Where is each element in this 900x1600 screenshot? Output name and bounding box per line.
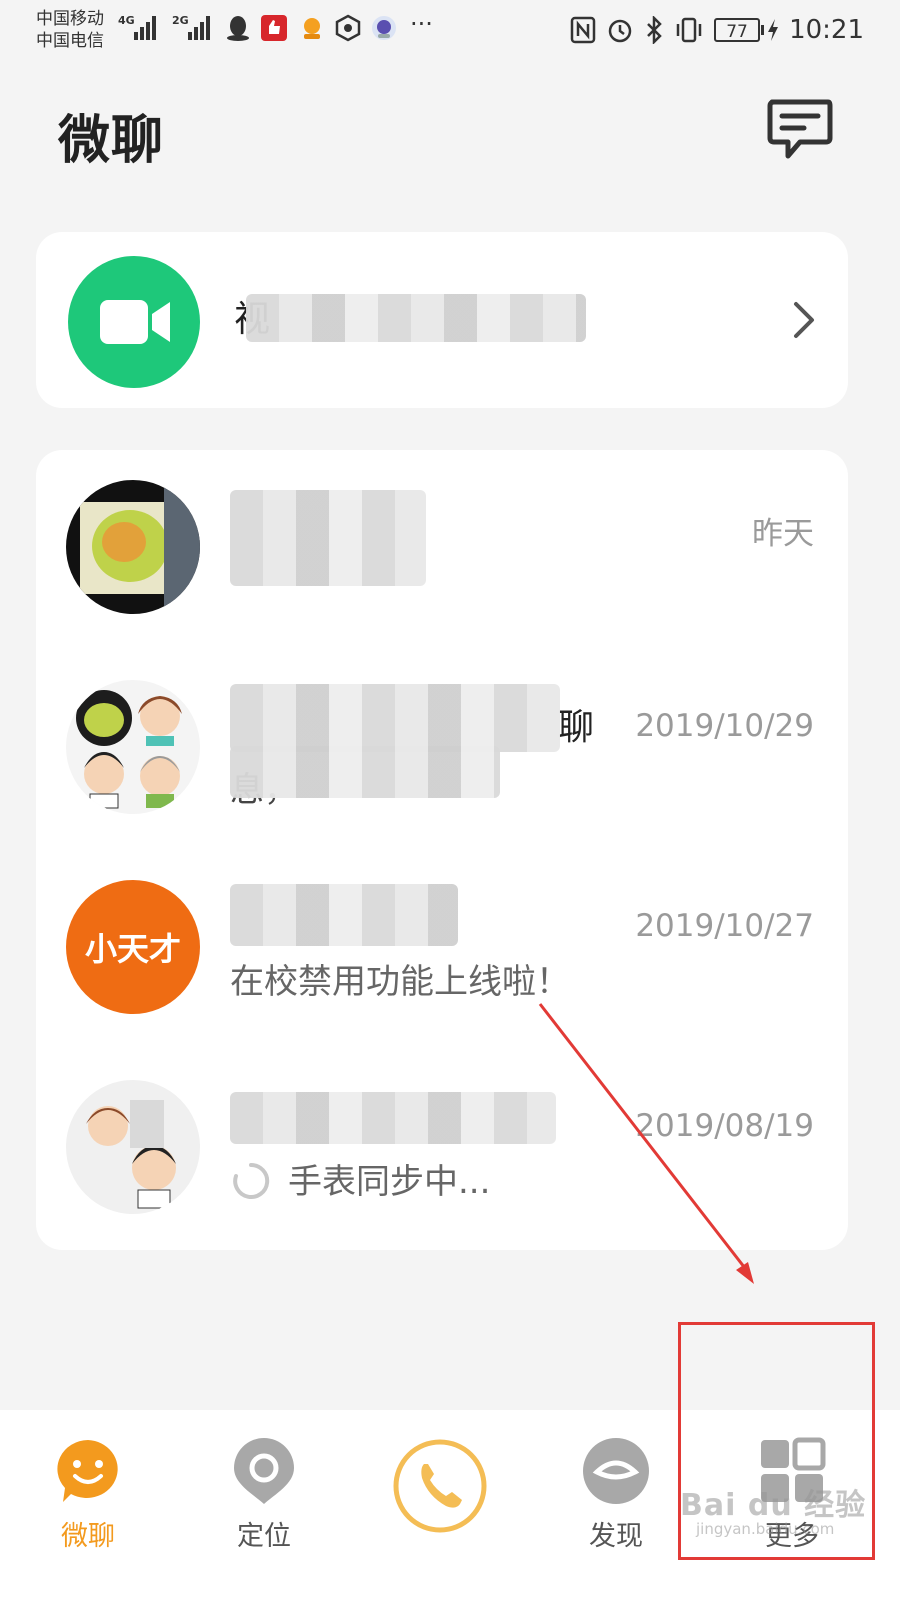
video-camera-icon	[100, 300, 170, 344]
clock-time: 10:21	[789, 15, 864, 45]
tab-label: 发现	[589, 1521, 643, 1552]
redacted-text	[246, 294, 586, 342]
alarm-icon	[608, 19, 632, 43]
chat-preview: 在校禁用功能上线啦！	[230, 962, 570, 1002]
chevron-right-icon[interactable]	[790, 300, 818, 340]
chat-time: 昨天	[752, 516, 814, 552]
discover-icon	[583, 1438, 649, 1504]
chat-time: 2019/10/29	[635, 708, 814, 744]
location-pin-icon	[234, 1438, 294, 1504]
chat-list-item[interactable]: 聊 息， 2019/10/29	[36, 650, 848, 850]
chat-time: 2019/08/19	[635, 1108, 814, 1144]
status-right: 77 10:21	[570, 12, 864, 48]
avatar-image	[86, 1100, 176, 1209]
chat-list: 昨天 聊 息， 2019/10/29 小天才 在校禁用功能上线啦！ 2019/1…	[36, 450, 848, 1250]
new-message-button[interactable]	[766, 98, 834, 162]
redacted-name	[230, 684, 560, 752]
page-title: 微聊	[58, 111, 165, 171]
redacted-name	[230, 1092, 556, 1144]
tab-discover[interactable]: 发现	[546, 1410, 686, 1600]
chat-name: 聊	[558, 707, 595, 748]
carrier-telecom: 中国电信	[36, 31, 104, 51]
avatar-photo	[66, 480, 200, 614]
status-bar: 中国移动 中国电信 4G 2G ··· 77 10:21	[0, 0, 900, 60]
video-call-avatar	[68, 256, 200, 388]
avatar	[66, 480, 200, 614]
chat-preview: 手表同步中...	[288, 1162, 491, 1202]
phone-call-icon	[393, 1439, 487, 1533]
chat-list-item[interactable]: 小天才 在校禁用功能上线啦！ 2019/10/27	[36, 850, 848, 1050]
brand-logo-text: 小天才	[84, 930, 181, 968]
redacted-name	[230, 884, 458, 946]
more-notifications: ···	[410, 10, 433, 38]
network-type-4g: 4G	[118, 14, 135, 27]
app-notification-icon	[261, 15, 287, 41]
tab-location[interactable]: 定位	[194, 1410, 334, 1600]
battery-level: 77	[714, 18, 761, 42]
tab-label: 定位	[237, 1521, 291, 1552]
network-type-2g: 2G	[172, 14, 189, 27]
xiaotiancai-avatar: 小天才	[66, 880, 200, 1014]
chat-smile-icon	[57, 1440, 118, 1502]
shield-app-icon	[335, 14, 361, 42]
group-avatar-image	[76, 690, 182, 809]
signal-icon-2	[188, 14, 210, 40]
chat-list-item[interactable]: 手表同步中... 2019/08/19	[36, 1050, 848, 1250]
group-avatar	[66, 680, 200, 814]
video-call-card[interactable]: 视	[36, 232, 848, 408]
battery-icon: 77	[714, 18, 779, 42]
astronaut-app-icon	[372, 16, 396, 40]
avatar	[66, 1080, 200, 1214]
tutorial-highlight-box	[678, 1322, 875, 1560]
chat-time: 2019/10/27	[635, 908, 814, 944]
redacted-preview	[230, 746, 500, 798]
qq-icon	[227, 16, 249, 41]
tab-label: 微聊	[61, 1521, 115, 1552]
tab-weiliao[interactable]: 微聊	[18, 1410, 158, 1600]
signal-icon	[134, 14, 156, 40]
loading-spinner-icon	[233, 1162, 270, 1199]
tab-call[interactable]	[370, 1410, 510, 1600]
redacted-name	[230, 490, 426, 586]
nfc-icon	[570, 16, 596, 44]
vibrate-icon	[676, 17, 702, 43]
taobao-icon	[304, 18, 320, 39]
carrier-mobile: 中国移动	[36, 9, 104, 29]
chat-list-item[interactable]: 昨天	[36, 450, 848, 650]
bluetooth-icon	[647, 16, 662, 44]
carrier-labels: 中国移动 中国电信	[36, 8, 104, 52]
